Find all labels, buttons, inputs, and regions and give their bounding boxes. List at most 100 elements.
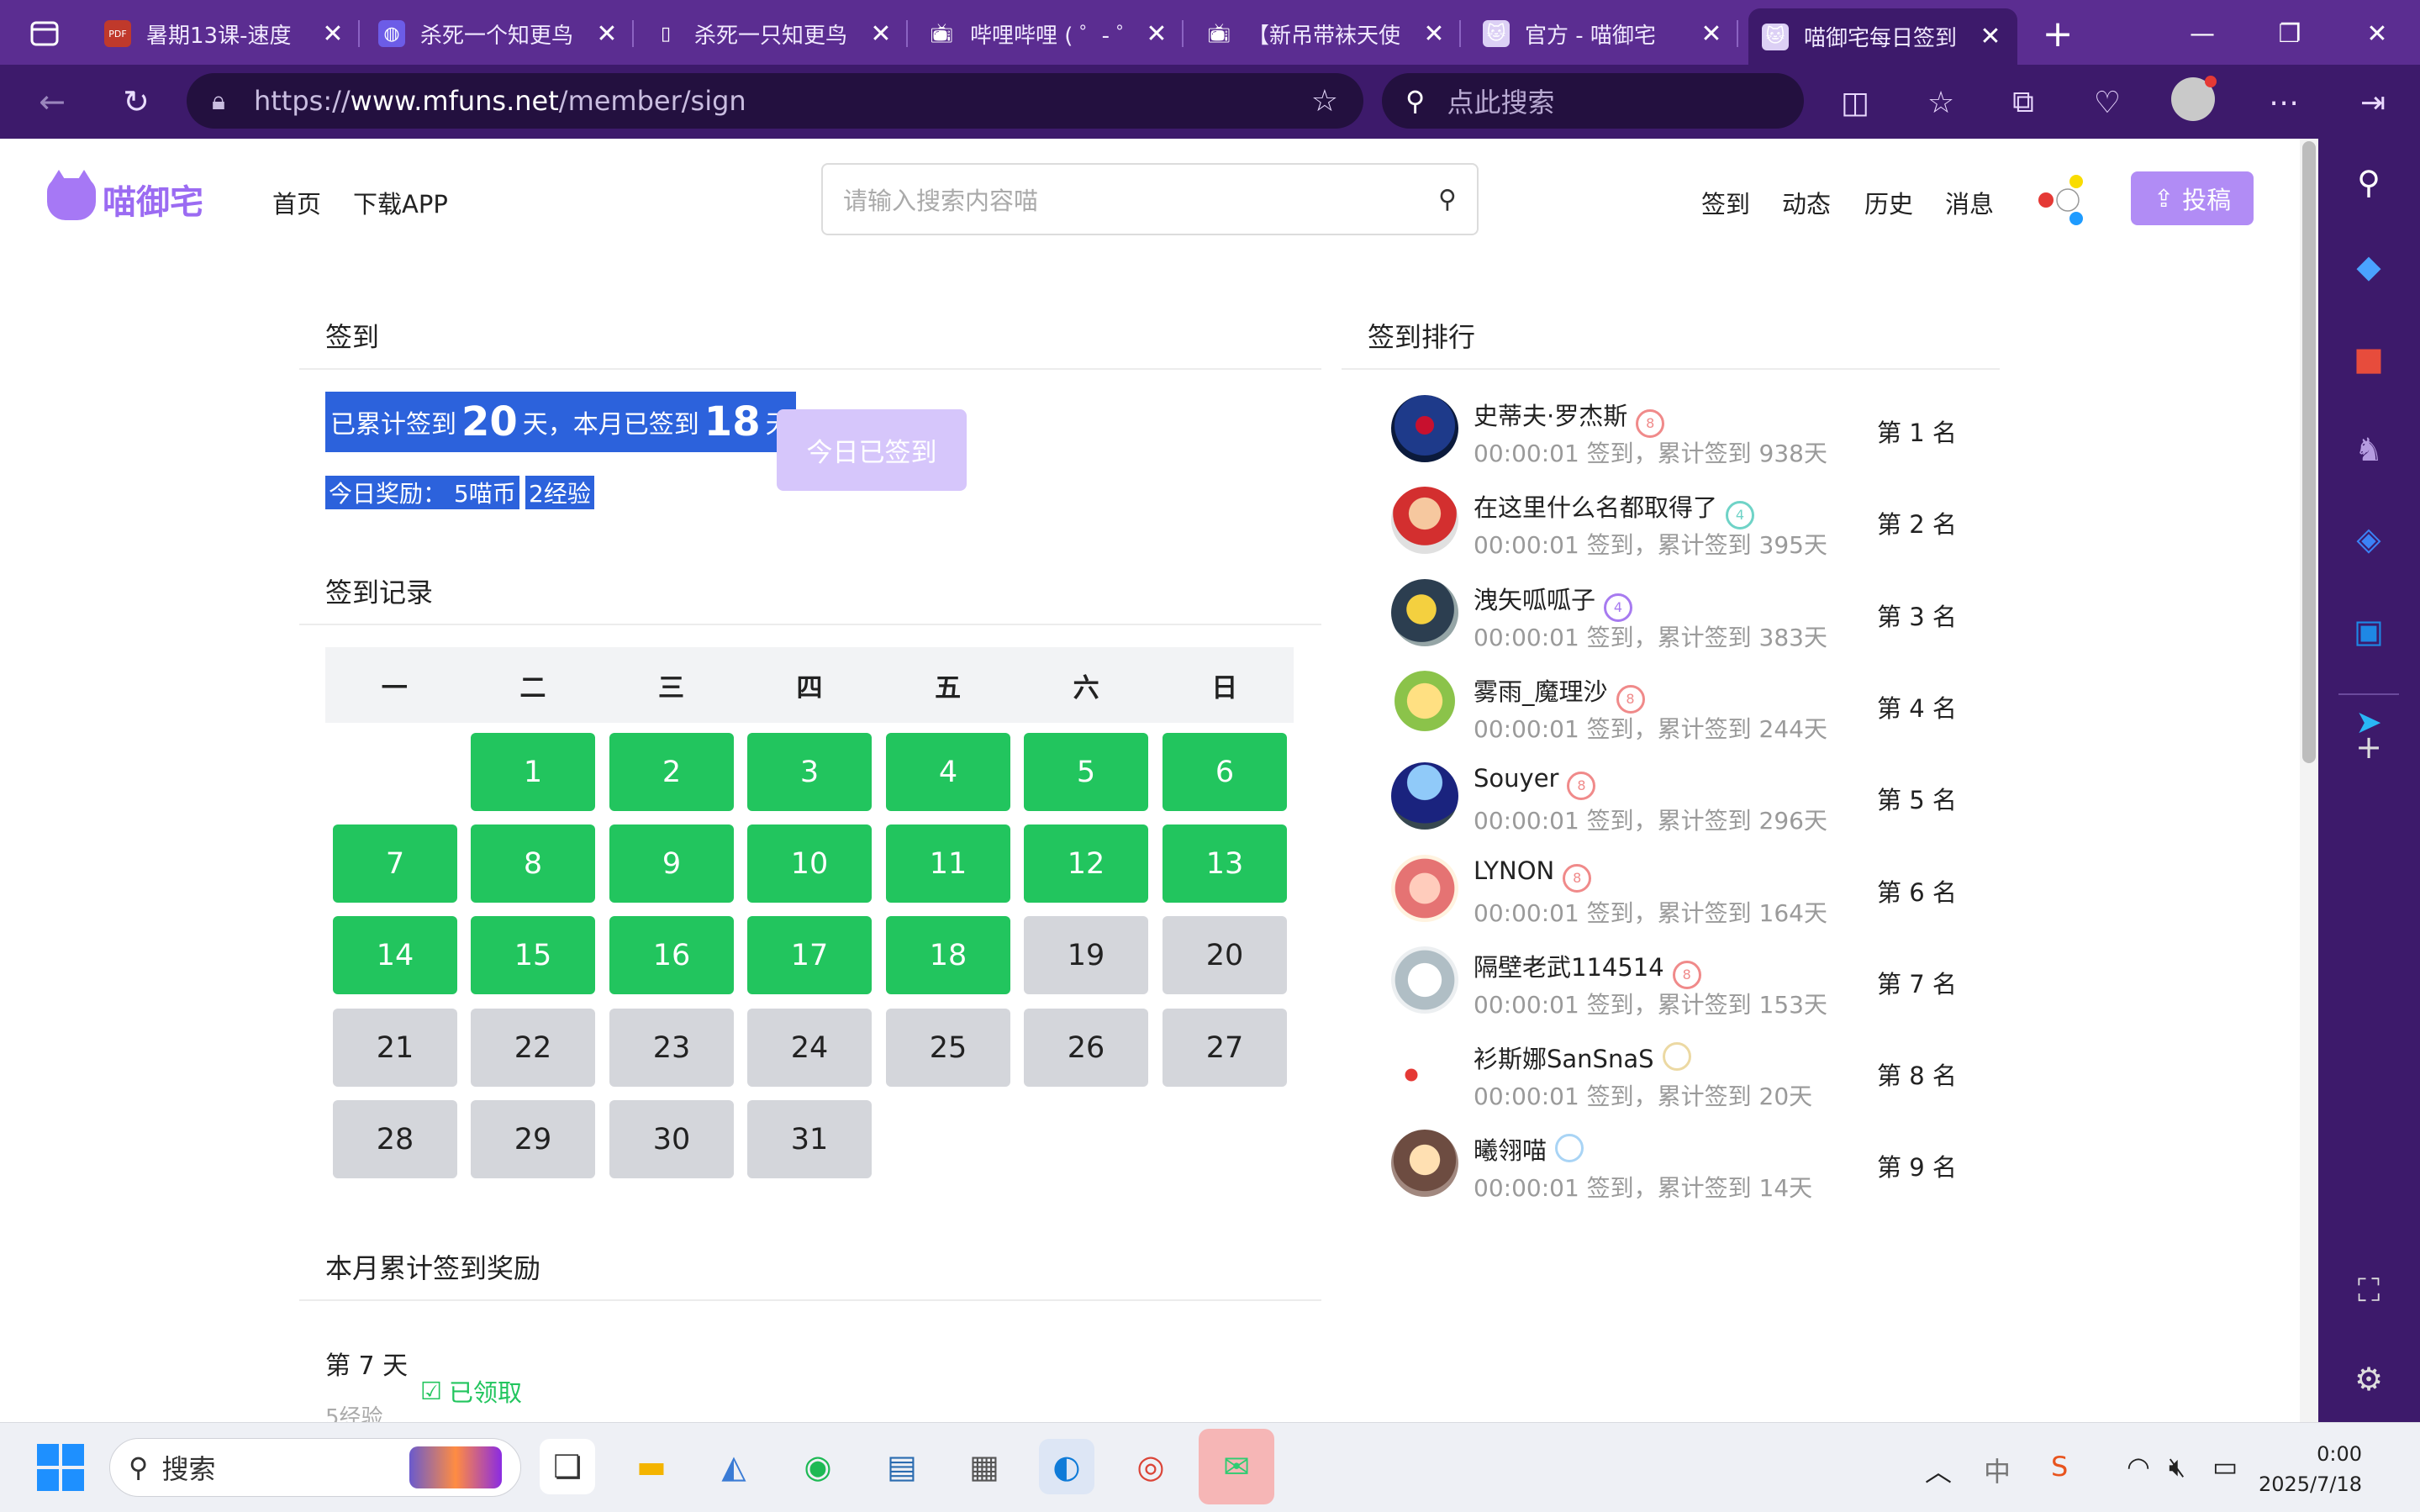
tab-close-icon[interactable]: ✕ (1698, 19, 1725, 49)
browser-tab[interactable]: ▯ 杀死一只知更鸟 ✕ (639, 8, 908, 59)
back-button[interactable]: ← (29, 80, 76, 124)
volume-muted-icon[interactable]: 🔇︎ (2169, 1451, 2185, 1483)
screenshot-icon[interactable]: ⛶ (2344, 1265, 2394, 1315)
browser-tab[interactable]: ◍ 杀死一个知更鸟 ✕ (365, 8, 634, 59)
user-name[interactable]: 衫斯娜SanSnaS (1474, 1045, 1654, 1073)
signed-today-button[interactable]: 今日已签到 (777, 409, 967, 491)
tab-close-icon[interactable]: ✕ (867, 19, 894, 49)
pdf-icon: PDF (104, 20, 131, 47)
ranking-item[interactable]: 隔壁老武114514 8 00:00:01 签到，累计签到 153天 第 7 名 (1391, 945, 1971, 1019)
tools-briefcase-icon[interactable]: ■ (2344, 334, 2394, 384)
calendar-day: 8 (471, 824, 595, 903)
settings-gear-icon[interactable]: ⚙ (2344, 1354, 2394, 1404)
ranking-item[interactable]: Souyer 8 00:00:01 签到，累计签到 296天 第 5 名 (1391, 761, 1971, 835)
system-clock[interactable]: 0:00 2025/7/18 (2219, 1439, 2362, 1499)
wifi-icon[interactable]: ◠ (2127, 1451, 2150, 1483)
browser-search-box[interactable]: ⚲ 点此搜索 (1382, 73, 1804, 129)
user-avatar[interactable] (1391, 1038, 1458, 1105)
user-avatar[interactable] (1391, 1130, 1458, 1197)
photos-icon[interactable]: ◭ (706, 1439, 762, 1494)
task-view-icon[interactable]: ❏ (540, 1439, 595, 1494)
today-reward-exp: 2经验 (525, 476, 594, 509)
file-explorer-icon[interactable]: ▬ (624, 1439, 679, 1494)
user-avatar[interactable] (1391, 395, 1458, 462)
ranking-item[interactable]: 曦翎喵 00:00:01 签到，累计签到 14天 第 9 名 (1391, 1128, 1971, 1202)
refresh-button[interactable]: ↻ (113, 80, 160, 124)
user-avatar[interactable] (1391, 946, 1458, 1014)
chrome-browser-icon[interactable]: ◎ (1123, 1439, 1178, 1494)
windows-start-icon[interactable] (37, 1444, 84, 1491)
tab-close-icon[interactable]: ✕ (319, 19, 346, 49)
more-options-icon[interactable]: ⋯ (2261, 80, 2307, 125)
control-panel-icon[interactable]: ▤ (874, 1439, 930, 1494)
user-name[interactable]: 史蒂夫·罗杰斯 (1474, 402, 1627, 430)
browser-tab[interactable]: 🐱︎ 喵御宅每日签到 ✕ (1748, 8, 2017, 65)
shopping-tag-icon[interactable]: ◆ (2344, 241, 2394, 292)
calculator-icon[interactable]: ▦ (957, 1439, 1012, 1494)
site-search-input[interactable]: 请输入搜索内容喵 ⚲ (821, 163, 1479, 235)
browser-tab[interactable]: 📺︎ 【新吊带袜天使 ✕ (1192, 8, 1461, 59)
maximize-button[interactable]: ❐ (2248, 8, 2332, 59)
favorites-icon[interactable]: ☆ (1918, 80, 1964, 125)
wps-app-icon[interactable]: ◉ (790, 1439, 846, 1494)
nav-messages-link[interactable]: 消息 (1945, 185, 1994, 220)
wechat-icon[interactable]: ✉ (1199, 1429, 1274, 1504)
ranking-item[interactable]: 洩矢呱呱子 4 00:00:01 签到，累计签到 383天 第 3 名 (1391, 577, 1971, 651)
browser-tab[interactable]: 🐱︎ 官方 - 喵御宅 ✕ (1469, 8, 1738, 59)
nav-history-link[interactable]: 历史 (1864, 185, 1913, 220)
user-name[interactable]: 隔壁老武114514 (1474, 953, 1664, 982)
games-chess-icon[interactable]: ♞ (2344, 424, 2394, 475)
ranking-item[interactable]: 在这里什么名都取得了 4 00:00:01 签到，累计签到 395天 第 2 名 (1391, 485, 1971, 559)
browser-tab[interactable]: 📺︎ 哔哩哔哩 ( ゜- ゜ ✕ (915, 8, 1184, 59)
tab-close-icon[interactable]: ✕ (1143, 19, 1170, 49)
sidebar-toggle-icon[interactable]: ⇥ (2350, 80, 2396, 125)
browser-essentials-icon[interactable]: ♡ (2085, 80, 2130, 125)
add-sidebar-app-icon[interactable]: + (2344, 722, 2394, 772)
user-avatar[interactable] (1391, 579, 1458, 646)
search-icon[interactable]: ⚲ (1438, 185, 1457, 214)
sidebar-search-icon[interactable]: ⚲ (2344, 157, 2394, 208)
tray-overflow-icon[interactable]: ︿ (1925, 1451, 1952, 1489)
tab-close-icon[interactable]: ✕ (593, 19, 620, 49)
tab-close-icon[interactable]: ✕ (1421, 19, 1447, 49)
ranking-item[interactable]: 史蒂夫·罗杰斯 8 00:00:01 签到，累计签到 938天 第 1 名 (1391, 393, 1971, 467)
user-avatar[interactable] (1391, 671, 1458, 738)
user-avatar[interactable] (1391, 855, 1458, 922)
close-window-button[interactable]: ✕ (2335, 8, 2419, 59)
collections-icon[interactable]: ⧉ (2001, 80, 2046, 125)
outlook-icon[interactable]: ▣ (2344, 606, 2394, 656)
user-avatar[interactable] (1391, 487, 1458, 554)
profile-avatar[interactable] (2170, 76, 2217, 122)
ime-indicator[interactable]: 中 (1984, 1451, 2011, 1489)
edge-browser-icon[interactable]: ◐ (1039, 1439, 1094, 1494)
tab-actions-button[interactable] (18, 15, 71, 52)
nav-home-link[interactable]: 首页 (272, 185, 321, 220)
user-avatar[interactable] (1391, 762, 1458, 830)
copilot-icon[interactable]: ◈ (2344, 514, 2394, 564)
tray-app-icon[interactable]: S (2051, 1451, 2068, 1483)
minimize-button[interactable]: — (2160, 8, 2244, 59)
user-name[interactable]: 雾雨_魔理沙 (1474, 677, 1608, 706)
ranking-item[interactable]: LYNON 8 00:00:01 签到，累计签到 164天 第 6 名 (1391, 853, 1971, 927)
site-logo[interactable]: 喵御宅 (47, 170, 203, 224)
ranking-item[interactable]: 衫斯娜SanSnaS 00:00:01 签到，累计签到 20天 第 8 名 (1391, 1036, 1971, 1110)
user-name[interactable]: Souyer (1474, 764, 1558, 793)
user-name[interactable]: 洩矢呱呱子 (1474, 586, 1595, 614)
browser-tab[interactable]: PDF 暑期13课-速度 ✕ (91, 8, 360, 59)
user-name[interactable]: LYNON (1474, 856, 1554, 885)
user-name[interactable]: 曦翎喵 (1474, 1136, 1547, 1165)
user-name[interactable]: 在这里什么名都取得了 (1474, 493, 1717, 522)
nav-feed-link[interactable]: 动态 (1782, 185, 1831, 220)
favorite-star-icon[interactable]: ☆ (1311, 84, 1338, 119)
nav-sign-link[interactable]: 签到 (1701, 185, 1750, 220)
tab-close-icon[interactable]: ✕ (1977, 22, 2004, 51)
scrollbar-thumb[interactable] (2302, 141, 2316, 763)
user-avatar[interactable] (2034, 173, 2093, 225)
split-screen-icon[interactable]: ◫ (1832, 80, 1878, 125)
new-tab-button[interactable]: + (2034, 10, 2081, 57)
ranking-item[interactable]: 雾雨_魔理沙 8 00:00:01 签到，累计签到 244天 第 4 名 (1391, 669, 1971, 743)
post-button[interactable]: ⇪ 投稿 (2131, 171, 2254, 225)
nav-download-app-link[interactable]: 下载APP (353, 185, 448, 220)
address-bar[interactable]: 🔒︎ https://www.mfuns.net/member/sign ☆ (187, 73, 1363, 129)
taskbar-search[interactable]: ⚲ 搜索 (109, 1438, 521, 1497)
